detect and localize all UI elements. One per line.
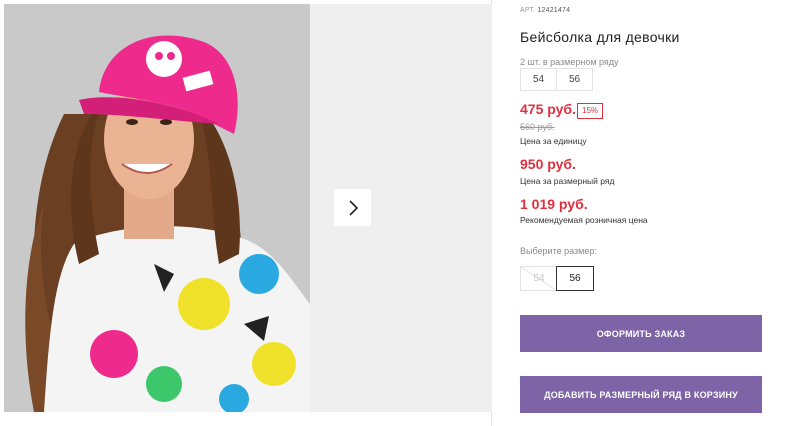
retail-price: 1 019 руб.: [520, 196, 588, 212]
retail-price-note: Рекомендуемая розничная цена: [520, 215, 648, 225]
gallery-next-button[interactable]: [334, 189, 371, 226]
product-photo[interactable]: [4, 4, 310, 412]
order-button[interactable]: ОФОРМИТЬ ЗАКАЗ: [520, 315, 762, 352]
size-option-54-unavailable: 54: [520, 266, 558, 291]
pack-size-54: 54: [520, 68, 557, 91]
pack-sizes: 54 56: [520, 68, 593, 91]
pack-price-note: Цена за размерный ряд: [520, 176, 615, 186]
size-option-56[interactable]: 56: [556, 266, 594, 291]
sku-label: АРТ.: [520, 7, 536, 14]
choose-size-label: Выберите размер:: [520, 246, 597, 256]
pack-label: 2 шт. в размерном ряду: [520, 57, 619, 67]
add-to-cart-button[interactable]: ДОБАВИТЬ РАЗМЕРНЫЙ РЯД В КОРЗИНУ: [520, 376, 762, 413]
product-panel: АРТ. 12421474 Бейсболка для девочки 2 шт…: [520, 0, 780, 426]
size-option-label: 56: [569, 273, 581, 284]
discount-badge: 15%: [577, 103, 604, 119]
sku-number: 12421474: [537, 7, 571, 14]
product-title: Бейсболка для девочки: [520, 29, 680, 45]
old-price: 560 руб.: [520, 122, 555, 132]
size-option-label: 54: [533, 273, 545, 284]
unit-price-note: Цена за единицу: [520, 136, 587, 146]
pack-size-56: 56: [556, 68, 593, 91]
product-sku: АРТ. 12421474: [520, 7, 570, 14]
pack-price: 950 руб.: [520, 156, 576, 172]
product-gallery: [0, 0, 492, 426]
unit-price: 475 руб.: [520, 101, 576, 117]
chevron-right-icon: [348, 199, 358, 216]
